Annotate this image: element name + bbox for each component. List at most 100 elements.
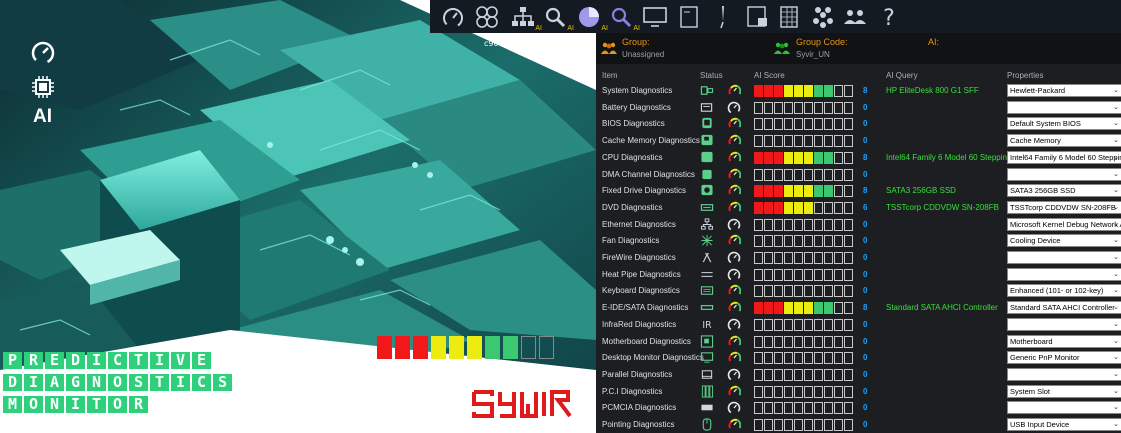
table-row[interactable]: Desktop Monitor Diagnostics 0 Generic PnP … [596,350,1121,366]
properties-select[interactable]: TSSTcorp CDDVDW SN-208FB ⌄ [1007,200,1121,214]
properties-select[interactable]: Microsoft Kernel Debug Network A ⌄ [1007,217,1121,231]
properties-select[interactable]: Default System BIOS ⌄ [1007,117,1121,131]
group-users-icon [813,6,833,28]
title-letter: E [192,352,211,369]
screen-report-button[interactable] [744,3,770,30]
table-row[interactable]: Pointing Diagnostics 0 USB Input Device ⌄ [596,417,1121,433]
table-row[interactable]: Ethernet Diagnostics 0 Microsoft Kernel De… [596,217,1121,233]
score-cell [834,85,843,97]
properties-select[interactable]: ⌄ [1007,401,1121,415]
table-row[interactable]: E-IDE/SATA Diagnostics 8 Standard SATA AHC… [596,300,1121,316]
ai-score-meter [754,85,853,97]
score-cell [804,318,813,331]
score-cell [804,302,813,315]
title-letter: I [171,374,190,391]
ai-side-label: AI [33,106,52,127]
status-gauge-icon [727,218,741,231]
score-cell [814,252,823,264]
pointing-icon [702,418,712,431]
score-cell [814,285,823,298]
score-cell [844,118,853,131]
table-row[interactable]: Parallel Diagnostics 0 ⌄ [596,367,1121,383]
score-cell [784,101,793,114]
table-row[interactable]: Keyboard Diagnostics 0 Enhanced (101- or 1… [596,283,1121,299]
pie-chart-button[interactable]: AI [576,3,608,32]
score-cell [774,151,783,164]
table-row[interactable]: P.C.I Diagnostics 0 System Slot ⌄ [596,384,1121,400]
ai-score-value: 0 [863,102,868,112]
properties-select[interactable]: ⌄ [1007,167,1121,181]
score-cell [844,335,853,348]
network-button[interactable]: AI [510,3,542,32]
score-cell [844,185,853,198]
speedometer-button[interactable] [440,3,466,30]
table-row[interactable]: Fixed Drive Diagnostics 8 SATA3 256GB SSD S… [596,183,1121,199]
table-row[interactable]: Battery Diagnostics 0 ⌄ [596,100,1121,116]
table-row[interactable]: DMA Channel Diagnostics 0 ⌄ [596,167,1121,183]
table-row[interactable]: CPU Diagnostics 8 Intel64 Family 6 Model 6… [596,150,1121,166]
users-button[interactable] [842,3,868,30]
table-row[interactable]: PCMCIA Diagnostics 0 ⌄ [596,400,1121,416]
table-row[interactable]: BIOS Diagnostics 0 Default System BIOS ⌄ [596,116,1121,132]
dma-icon [702,169,712,179]
table-row[interactable]: Fan Diagnostics 0 Cooling Device ⌄ [596,233,1121,249]
item-name: FireWire Diagnostics [602,253,676,262]
properties-select[interactable]: ⌄ [1007,100,1121,114]
score-cell [814,101,823,114]
properties-select[interactable]: ⌄ [1007,317,1121,331]
ai-score-meter [754,385,853,398]
table-row[interactable]: DVD Diagnostics 6 TSSTcorp CDDVDW SN-208FB… [596,200,1121,216]
properties-select[interactable]: Enhanced (101- or 102-key) ⌄ [1007,284,1121,298]
score-cell [824,252,833,264]
properties-select[interactable]: Standard SATA AHCI Controller ⌄ [1007,301,1121,315]
properties-select[interactable]: ⌄ [1007,267,1121,281]
table-row[interactable]: FireWire Diagnostics 0 ⌄ [596,250,1121,266]
score-cell [784,168,793,181]
properties-select[interactable]: USB Input Device ⌄ [1007,418,1121,431]
chain-links-button[interactable] [474,3,500,30]
status-gauge-icon [728,184,741,195]
score-cell [844,151,853,164]
score-cell [804,185,813,198]
score-cell [754,318,763,331]
score-cell [844,285,853,298]
spreadsheet-button[interactable] [776,3,802,30]
item-name: P.C.I Diagnostics [602,386,663,396]
properties-select[interactable]: Cooling Device ⌄ [1007,234,1121,248]
chip-side-icon [30,74,56,105]
properties-select[interactable]: Motherboard ⌄ [1007,334,1121,348]
score-cell [754,268,763,281]
properties-select[interactable]: Intel64 Family 6 Model 60 Stepping ⌄ [1007,150,1121,164]
score-cell [794,318,803,331]
help-button[interactable]: ? [876,3,902,30]
monitor-button[interactable] [642,3,668,30]
table-row[interactable]: Motherboard Diagnostics 0 Motherboard ⌄ [596,334,1121,350]
ai-score-meter [754,235,853,248]
properties-select[interactable]: ⌄ [1007,367,1121,381]
magnifier-button[interactable]: AI [542,3,574,32]
properties-select[interactable]: SATA3 256GB SSD ⌄ [1007,184,1121,198]
table-row[interactable]: System Diagnostics 8 HP EliteDesk 800 G1 S… [596,83,1121,99]
ai-score-meter [754,101,853,114]
chevron-down-icon: ⌄ [1113,320,1119,328]
pen-button[interactable] [708,3,734,30]
title-word: MONITOR [3,396,148,413]
search-ai-button[interactable]: AI [608,3,640,32]
score-cell [794,235,803,248]
table-row[interactable]: InfraRed Diagnostics IR 0 ⌄ [596,317,1121,333]
score-cell [754,135,763,148]
title-letter: O [108,374,127,391]
table-row[interactable]: Cache Memory Diagnostics 0 Cache Memory ⌄ [596,133,1121,149]
score-cell [784,235,793,248]
properties-select[interactable]: System Slot ⌄ [1007,384,1121,398]
chevron-down-icon: ⌄ [1113,421,1119,428]
table-row[interactable]: Heat Pipe Diagnostics 0 ⌄ [596,267,1121,283]
properties-select[interactable]: Cache Memory ⌄ [1007,134,1121,148]
group-users-button[interactable] [810,3,836,30]
score-cell [814,419,823,431]
properties-select[interactable]: ⌄ [1007,251,1121,264]
properties-select[interactable]: Hewlett-Packard ⌄ [1007,84,1121,97]
properties-select[interactable]: Generic PnP Monitor ⌄ [1007,351,1121,365]
document-button[interactable] [676,3,702,30]
item-name: DMA Channel Diagnostics [602,169,695,179]
